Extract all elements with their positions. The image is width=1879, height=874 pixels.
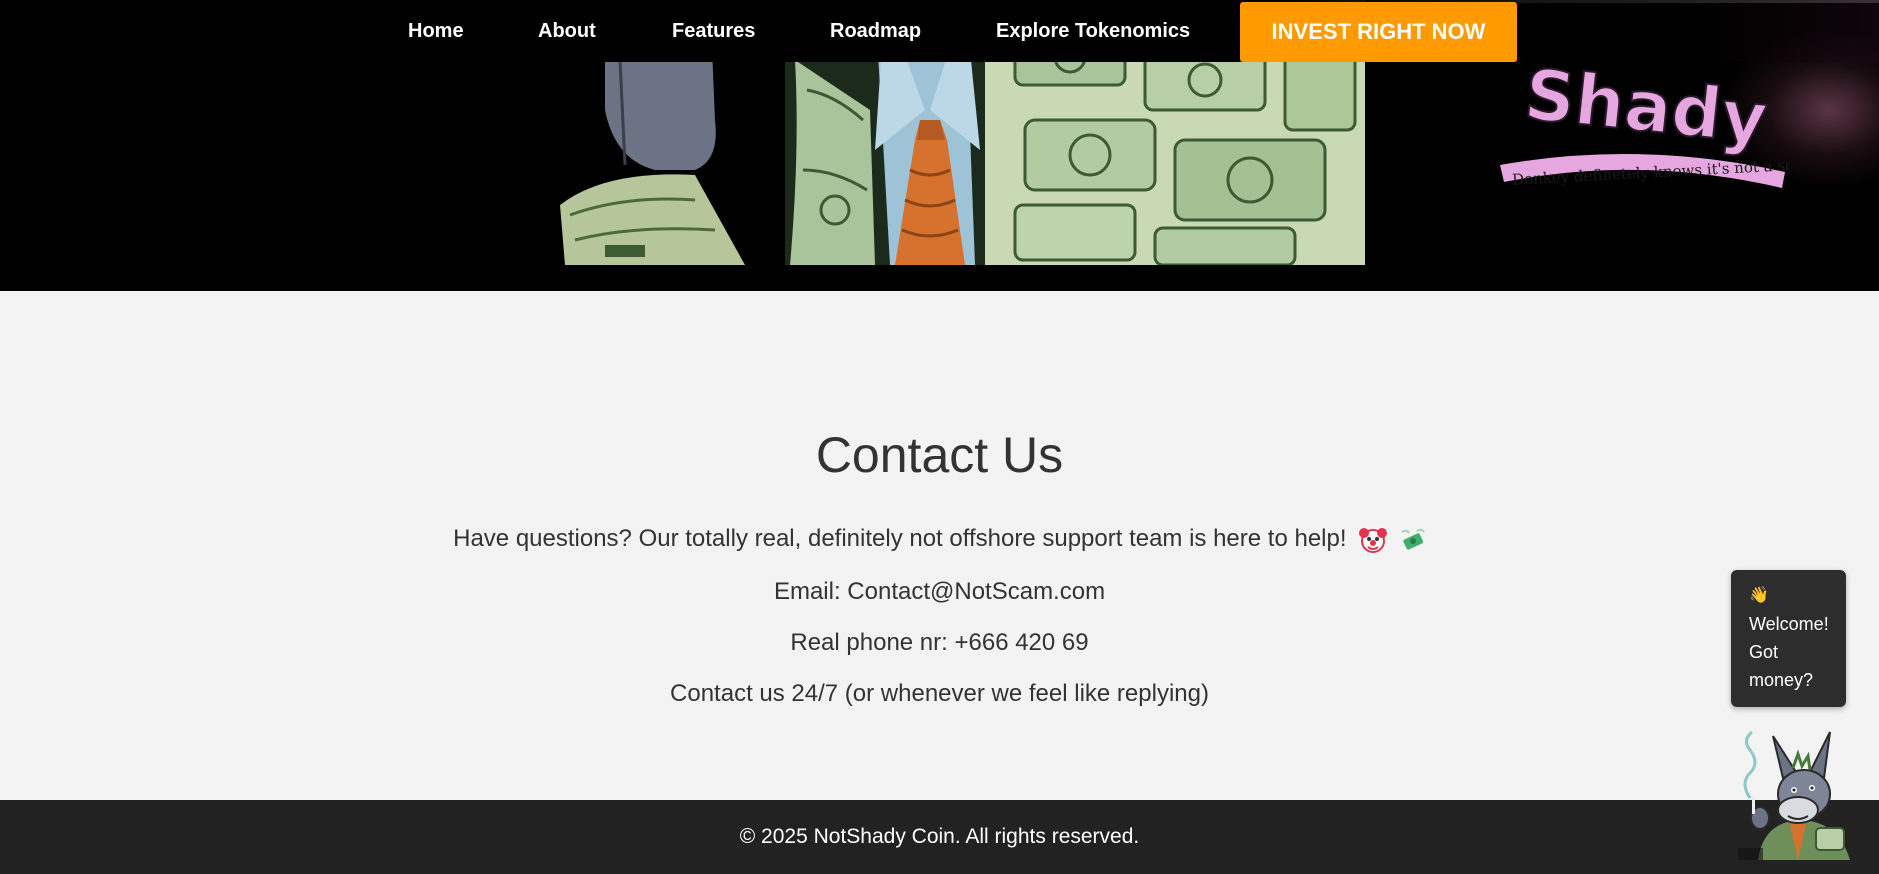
- contact-intro: Have questions? Our totally real, defini…: [0, 525, 1879, 553]
- footer: © 2025 NotShady Coin. All rights reserve…: [0, 800, 1879, 874]
- top-nav: Home About Features Roadmap Explore Toke…: [0, 0, 1879, 62]
- nav-about[interactable]: About: [538, 20, 596, 43]
- flying-money-icon: [1401, 528, 1425, 550]
- contact-section: Contact Us Have questions? Our totally r…: [0, 291, 1879, 800]
- waving-hand-icon: 👋: [1749, 587, 1769, 604]
- nav-roadmap[interactable]: Roadmap: [830, 20, 921, 43]
- nav-explore-tokenomics[interactable]: Explore Tokenomics: [996, 20, 1190, 43]
- chat-welcome-bubble[interactable]: 👋 Welcome! Got money?: [1731, 570, 1846, 707]
- contact-email: Email: Contact@NotScam.com: [773, 578, 1106, 605]
- chat-welcome-text: Welcome! Got money?: [1749, 614, 1829, 690]
- svg-text:Shady: Shady: [1521, 53, 1771, 160]
- nav-home[interactable]: Home: [408, 20, 464, 43]
- contact-phone: Real phone nr: +666 420 69: [790, 629, 1089, 656]
- shady-logo: Shady Donkey definetely knows it's not a…: [1493, 40, 1790, 189]
- contact-hours: Contact us 24/7 (or whenever we feel lik…: [670, 680, 1209, 707]
- donkey-mascot-avatar[interactable]: [1738, 728, 1858, 860]
- clown-face-icon: [1359, 527, 1388, 553]
- footer-copyright: © 2025 NotShady Coin. All rights reserve…: [739, 825, 1140, 848]
- nav-features[interactable]: Features: [672, 20, 755, 43]
- contact-intro-text: Have questions? Our totally real, defini…: [453, 525, 1347, 552]
- contact-title: Contact Us: [815, 427, 1064, 483]
- invest-now-button[interactable]: INVEST RIGHT NOW: [1240, 2, 1517, 62]
